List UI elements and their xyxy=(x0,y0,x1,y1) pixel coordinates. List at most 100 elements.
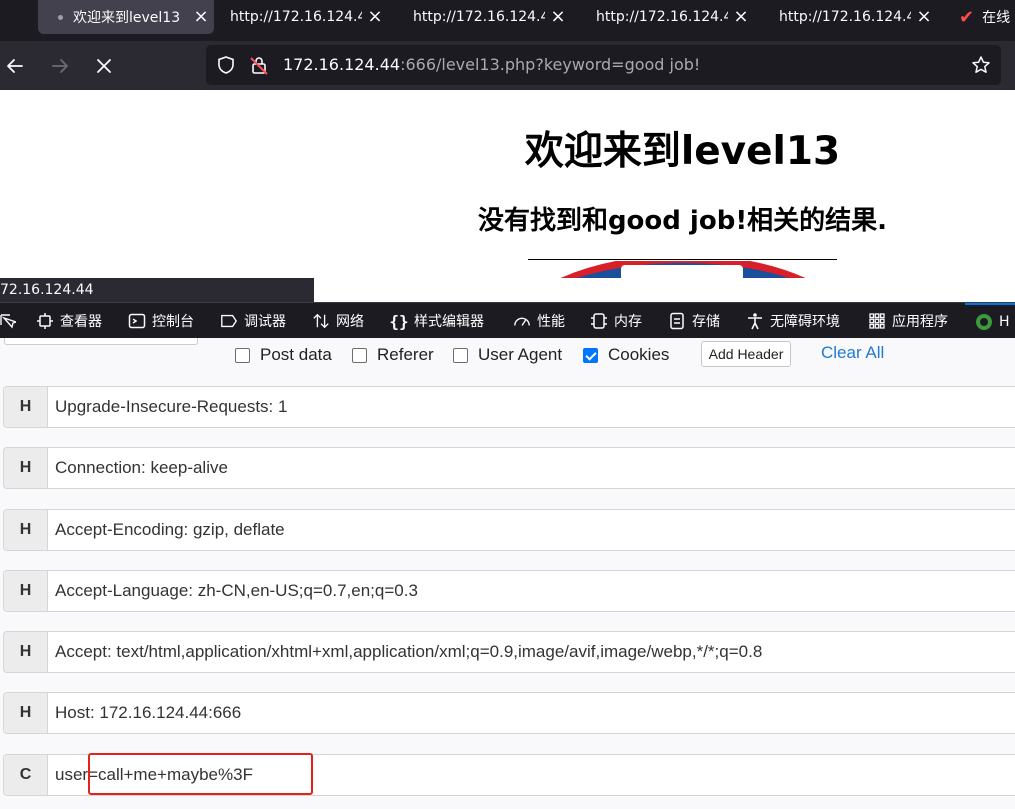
header-type-badge: H xyxy=(4,571,48,611)
console-icon xyxy=(128,312,146,330)
devtools-tab-performance[interactable]: 性能 xyxy=(513,303,565,339)
tab-label: http://172.16.124.4 xyxy=(230,9,362,25)
option-label: User Agent xyxy=(478,345,563,364)
devtools-tab-label: 存储 xyxy=(692,314,720,330)
divider xyxy=(528,259,837,260)
close-icon[interactable]: × xyxy=(365,2,385,30)
header-value[interactable]: Host: 172.16.124.44:666 xyxy=(55,703,241,723)
stop-button[interactable] xyxy=(89,51,119,81)
close-icon[interactable]: × xyxy=(731,2,751,30)
header-value[interactable]: Connection: keep-alive xyxy=(55,458,228,478)
tab[interactable]: http://172.16.124.4 × xyxy=(399,0,571,34)
cookies-checkbox[interactable] xyxy=(583,347,598,363)
option-post-data[interactable]: Post data xyxy=(235,342,332,368)
devtools-tab-label: 应用程序 xyxy=(892,314,948,330)
checkmark-icon: ✔ xyxy=(959,6,975,28)
devtools-tab-storage[interactable]: 存储 xyxy=(668,303,720,339)
devtools-tab-label: 性能 xyxy=(537,314,565,330)
element-picker-button[interactable] xyxy=(0,303,16,339)
user-agent-checkbox[interactable] xyxy=(453,347,468,363)
page-content: 欢迎来到level13 没有找到和good job!相关的结果. xyxy=(0,90,1015,278)
devtools-tab-label: 控制台 xyxy=(152,314,194,330)
url-bar[interactable]: 172.16.124.44:666/level13.php?keyword=go… xyxy=(206,45,1001,85)
back-arrow-icon xyxy=(7,59,23,73)
post-data-checkbox[interactable] xyxy=(235,347,250,363)
extension-icon xyxy=(975,313,993,331)
header-row[interactable]: H Accept-Encoding: gzip, deflate xyxy=(3,509,1015,551)
devtools-tab-label: 无障碍环境 xyxy=(770,314,840,330)
devtools-tab-inspector[interactable]: 查看器 xyxy=(36,303,102,339)
header-row[interactable]: H Accept-Language: zh-CN,en-US;q=0.7,en;… xyxy=(3,570,1015,612)
tab[interactable]: http://172.16.124.4 × xyxy=(216,0,388,34)
style-editor-icon: {} xyxy=(389,311,409,331)
storage-icon xyxy=(668,312,686,330)
back-button[interactable] xyxy=(0,51,30,81)
page-title: 欢迎来到level13 xyxy=(524,129,841,174)
header-type-badge: H xyxy=(4,387,48,427)
tab-label: http://172.16.124.4 xyxy=(413,9,545,25)
header-row[interactable]: H Accept: text/html,application/xhtml+xm… xyxy=(3,631,1015,673)
loading-dot-icon xyxy=(58,14,63,20)
url-host: 172.16.124.44 xyxy=(283,55,401,74)
header-row[interactable]: H Host: 172.16.124.44:666 xyxy=(3,692,1015,734)
tab[interactable]: ✔ 在线 xyxy=(955,0,1015,34)
option-user-agent[interactable]: User Agent xyxy=(453,342,562,368)
tab-label: http://172.16.124.4 xyxy=(779,9,911,25)
header-value[interactable]: Accept: text/html,application/xhtml+xml,… xyxy=(55,642,762,662)
debugger-icon xyxy=(220,312,238,330)
element-picker-icon xyxy=(0,314,16,329)
search-result-text: 没有找到和good job!相关的结果. xyxy=(477,206,888,236)
add-header-button[interactable]: Add Header xyxy=(701,341,791,367)
option-label: Referer xyxy=(377,345,434,364)
forward-arrow-icon xyxy=(52,59,68,73)
url-path: :666/level13.php?keyword=good job! xyxy=(400,55,701,74)
shield-icon[interactable] xyxy=(216,55,236,75)
devtools-tab-label: 内存 xyxy=(614,314,642,330)
option-referer[interactable]: Referer xyxy=(352,342,434,368)
stop-icon xyxy=(97,59,111,73)
forward-button[interactable] xyxy=(45,51,75,81)
devtools-tab-label: 调试器 xyxy=(244,314,286,330)
status-link-tooltip: 72.16.124.44 xyxy=(0,278,314,302)
network-icon xyxy=(312,312,330,330)
navigation-bar: 172.16.124.44:666/level13.php?keyword=go… xyxy=(0,41,1015,90)
application-icon xyxy=(868,312,886,330)
url-input-partial[interactable] xyxy=(4,338,198,345)
devtools-tab-hackbar[interactable]: H xyxy=(965,303,1015,339)
devtools-tab-console[interactable]: 控制台 xyxy=(128,303,194,339)
tab[interactable]: http://172.16.124.4 × xyxy=(765,0,937,34)
bookmark-star-icon[interactable] xyxy=(971,55,991,75)
option-label: Cookies xyxy=(608,345,670,364)
devtools-toolbar: 查看器 控制台 调试器 网络 {} 样式编辑器 性能 内存 存储 无障碍环境 应… xyxy=(0,302,1015,338)
option-cookies[interactable]: Cookies xyxy=(583,342,669,368)
header-row[interactable]: H Upgrade-Insecure-Requests: 1 xyxy=(3,386,1015,428)
insecure-lock-icon[interactable] xyxy=(249,55,269,75)
header-value[interactable]: Accept-Encoding: gzip, deflate xyxy=(55,520,285,540)
tab-strip: 欢迎来到level13 × http://172.16.124.4 × http… xyxy=(0,0,1015,41)
close-icon[interactable]: × xyxy=(548,2,568,30)
devtools-tab-label: 网络 xyxy=(336,314,364,330)
devtools-tab-network[interactable]: 网络 xyxy=(312,303,364,339)
accessibility-icon xyxy=(746,312,764,330)
level-logo-image xyxy=(560,261,806,278)
header-type-badge: H xyxy=(4,510,48,550)
devtools-tab-style-editor[interactable]: {} 样式编辑器 xyxy=(389,303,484,339)
highlight-annotation xyxy=(88,753,313,795)
header-value[interactable]: Accept-Language: zh-CN,en-US;q=0.7,en;q=… xyxy=(55,581,418,601)
devtools-tab-accessibility[interactable]: 无障碍环境 xyxy=(746,303,840,339)
devtools-tab-memory[interactable]: 内存 xyxy=(590,303,642,339)
close-icon[interactable]: × xyxy=(914,2,934,30)
close-icon[interactable]: × xyxy=(191,2,211,30)
tab-label: 在线 xyxy=(982,10,1011,26)
header-value[interactable]: Upgrade-Insecure-Requests: 1 xyxy=(55,397,287,417)
url-text: 172.16.124.44:666/level13.php?keyword=go… xyxy=(283,55,700,74)
header-row[interactable]: H Connection: keep-alive xyxy=(3,447,1015,489)
devtools-tab-application[interactable]: 应用程序 xyxy=(868,303,948,339)
tab-label: http://172.16.124.4 xyxy=(596,9,728,25)
inspector-icon xyxy=(36,312,54,330)
referer-checkbox[interactable] xyxy=(352,347,367,363)
devtools-tab-debugger[interactable]: 调试器 xyxy=(220,303,286,339)
tab-active[interactable]: 欢迎来到level13 × xyxy=(38,0,214,34)
tab[interactable]: http://172.16.124.4 × xyxy=(582,0,754,34)
clear-all-link[interactable]: Clear All xyxy=(821,343,884,363)
